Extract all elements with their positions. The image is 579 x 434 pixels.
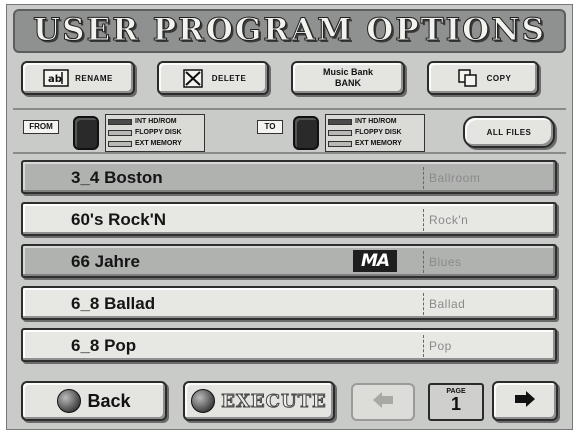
source-target-strip: FROM INT HD/ROM FLOPPY DISK EXT MEMORY T… [13,108,566,154]
program-row[interactable]: 3_4 Boston Ballroom [21,160,557,194]
copy-icon [455,68,481,88]
next-page-button[interactable] [492,381,558,421]
copy-button[interactable]: COPY [427,61,539,95]
music-bank-line1: Music Bank [322,67,373,77]
row-divider [423,167,424,189]
program-style: Ballroom [429,171,481,185]
to-media-row[interactable]: INT HD/ROM [328,117,424,126]
delete-label: DELETE [211,73,247,83]
row-divider [423,293,424,315]
page-title: USER PROGRAM OPTIONS [33,12,546,49]
program-row[interactable]: 60's Rock'N Rock'n [21,202,557,236]
back-label: Back [87,390,131,411]
program-name: 6_8 Ballad [71,294,156,313]
media-indicator [108,140,132,147]
delete-icon [180,68,206,88]
ma-badge: MA [353,250,397,272]
media-indicator [328,140,352,147]
media-label: EXT MEMORY [355,140,402,147]
from-media-row[interactable]: EXT MEMORY [108,139,204,148]
media-label: FLOPPY DISK [355,129,402,136]
to-tag: TO [257,120,283,134]
media-indicator [328,129,352,136]
music-bank-button[interactable]: Music Bank BANK [291,61,405,95]
program-name: 6_8 Pop [71,336,137,355]
copy-label: COPY [486,73,512,83]
program-name: 66 Jahre [71,252,140,271]
media-indicator [108,118,132,125]
execute-button[interactable]: EXECUTE [183,381,335,421]
page-number: 1 [450,394,461,414]
row-divider [423,251,424,273]
program-style: Blues [429,255,462,269]
to-media-row[interactable]: FLOPPY DISK [328,128,424,137]
from-tag: FROM [23,120,59,134]
from-media-row[interactable]: INT HD/ROM [108,117,204,126]
arrow-right-icon [514,390,536,413]
from-selector-knob[interactable] [73,116,99,150]
from-media-row[interactable]: FLOPPY DISK [108,128,204,137]
media-label: INT HD/ROM [355,118,397,125]
back-button[interactable]: Back [21,381,167,421]
rename-icon: ab [43,68,69,88]
program-style: Ballad [429,297,466,311]
program-row[interactable]: 6_8 Ballad Ballad [21,286,557,320]
screen: USER PROGRAM OPTIONS ab RENAME DELETE Mu… [6,4,573,430]
back-ball-icon [57,389,82,413]
to-media-row[interactable]: EXT MEMORY [328,139,424,148]
program-style: Rock'n [429,213,469,227]
svg-text:ab: ab [48,74,62,85]
delete-button[interactable]: DELETE [157,61,269,95]
all-files-button[interactable]: ALL FILES [463,116,555,148]
execute-ball-icon [191,389,216,413]
program-row[interactable]: 66 Jahre MA Blues [21,244,557,278]
rename-button[interactable]: ab RENAME [21,61,135,95]
page-indicator: PAGE 1 [428,383,484,421]
row-divider [423,209,424,231]
music-bank-label: Music Bank BANK [323,67,373,89]
program-name: 3_4 Boston [71,168,163,187]
media-label: INT HD/ROM [135,118,177,125]
program-row[interactable]: 6_8 Pop Pop [21,328,557,362]
from-media-list[interactable]: INT HD/ROM FLOPPY DISK EXT MEMORY [105,114,205,152]
media-indicator [108,129,132,136]
media-label: EXT MEMORY [135,140,182,147]
program-name: 60's Rock'N [71,210,167,229]
all-files-label: ALL FILES [486,127,532,137]
page-title-bar: USER PROGRAM OPTIONS [13,9,566,53]
media-label: FLOPPY DISK [135,129,182,136]
execute-label: EXECUTE [221,390,327,412]
row-divider [423,335,424,357]
arrow-left-icon [372,391,394,414]
to-media-list[interactable]: INT HD/ROM FLOPPY DISK EXT MEMORY [325,114,425,152]
media-indicator [328,118,352,125]
rename-label: RENAME [75,73,113,83]
program-style: Pop [429,339,452,353]
music-bank-line2: BANK [334,78,361,88]
to-selector-knob[interactable] [293,116,319,150]
prev-page-button[interactable] [351,383,415,421]
